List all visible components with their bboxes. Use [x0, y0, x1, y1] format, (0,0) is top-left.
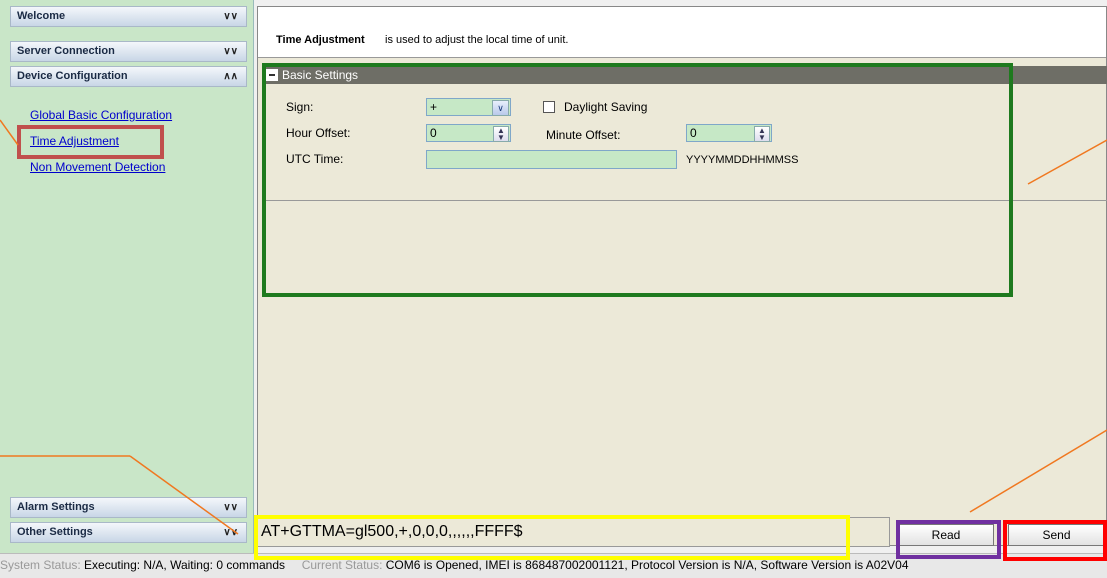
main-panel: Time Adjustment is used to adjust the lo… [257, 6, 1107, 546]
basic-settings-body: Sign: + ∨ Daylight Saving Hour Offset: 0… [263, 84, 1107, 201]
status-bar: System Status: Executing: N/A, Waiting: … [0, 553, 1107, 578]
hour-offset-stepper[interactable]: 0 ▲ ▼ [426, 124, 511, 142]
utc-time-label: UTC Time: [286, 152, 344, 166]
chevron-down-icon[interactable]: ∨ [492, 100, 509, 116]
sign-label: Sign: [286, 100, 314, 114]
chevron-double-up-icon: ∧∧ [223, 71, 238, 82]
current-status-label: Current Status: [301, 558, 383, 572]
accordion-other-settings[interactable]: Other Settings ∨∨ [10, 522, 247, 543]
spinner-icon[interactable]: ▲ ▼ [493, 126, 509, 142]
minute-offset-stepper[interactable]: 0 ▲ ▼ [686, 124, 772, 142]
accordion-device-label: Device Configuration [17, 70, 128, 82]
chevron-double-down-icon: ∨∨ [223, 527, 238, 538]
link-non-movement-detection[interactable]: Non Movement Detection [30, 160, 165, 174]
hour-offset-label: Hour Offset: [286, 126, 351, 140]
read-button[interactable]: Read [898, 524, 994, 546]
accordion-device-configuration[interactable]: Device Configuration ∧∧ [10, 66, 247, 87]
hour-offset-value: 0 [430, 126, 437, 140]
accordion-alarm-settings[interactable]: Alarm Settings ∨∨ [10, 497, 247, 518]
sign-value: + [430, 100, 438, 114]
system-status-label: System Status: [0, 558, 81, 572]
accordion-welcome[interactable]: Welcome ∨∨ [10, 6, 247, 27]
daylight-saving-checkbox[interactable] [543, 101, 555, 113]
accordion-server-connection[interactable]: Server Connection ∨∨ [10, 41, 247, 62]
minute-offset-value: 0 [690, 126, 697, 140]
collapse-icon[interactable] [266, 69, 278, 81]
chevron-double-down-icon: ∨∨ [223, 11, 238, 22]
sign-select[interactable]: + ∨ [426, 98, 511, 116]
accordion-server-label: Server Connection [17, 45, 115, 57]
basic-settings-header[interactable]: Basic Settings [263, 66, 1107, 84]
description-title: Time Adjustment [276, 34, 365, 46]
accordion-welcome-label: Welcome [17, 10, 66, 22]
accordion-alarm-label: Alarm Settings [17, 501, 95, 513]
command-preview[interactable]: AT+GTTMA=gl500,+,0,0,0,,,,,,FFFF$ [257, 517, 890, 547]
description-bar: Time Adjustment is used to adjust the lo… [258, 7, 1106, 58]
send-button[interactable]: Send [1008, 524, 1105, 546]
accordion-other-label: Other Settings [17, 526, 93, 538]
chevron-double-down-icon: ∨∨ [223, 46, 238, 57]
system-status-value: Executing: N/A, Waiting: 0 commands [84, 558, 286, 572]
basic-settings-title: Basic Settings [282, 68, 359, 82]
chevron-double-down-icon: ∨∨ [223, 502, 238, 513]
link-time-adjustment[interactable]: Time Adjustment [30, 134, 119, 148]
sidebar: Welcome ∨∨ Server Connection ∨∨ Device C… [0, 0, 254, 553]
current-status-value: COM6 is Opened, IMEI is 868487002001121,… [385, 558, 909, 572]
spinner-icon[interactable]: ▲ ▼ [754, 126, 770, 142]
utc-format-hint: YYYYMMDDHHMMSS [686, 154, 799, 166]
daylight-saving-label: Daylight Saving [564, 100, 648, 114]
link-global-basic-configuration[interactable]: Global Basic Configuration [30, 108, 172, 122]
description-text: is used to adjust the local time of unit… [385, 34, 569, 46]
minute-offset-label: Minute Offset: [546, 128, 621, 142]
utc-time-input[interactable] [426, 150, 677, 169]
